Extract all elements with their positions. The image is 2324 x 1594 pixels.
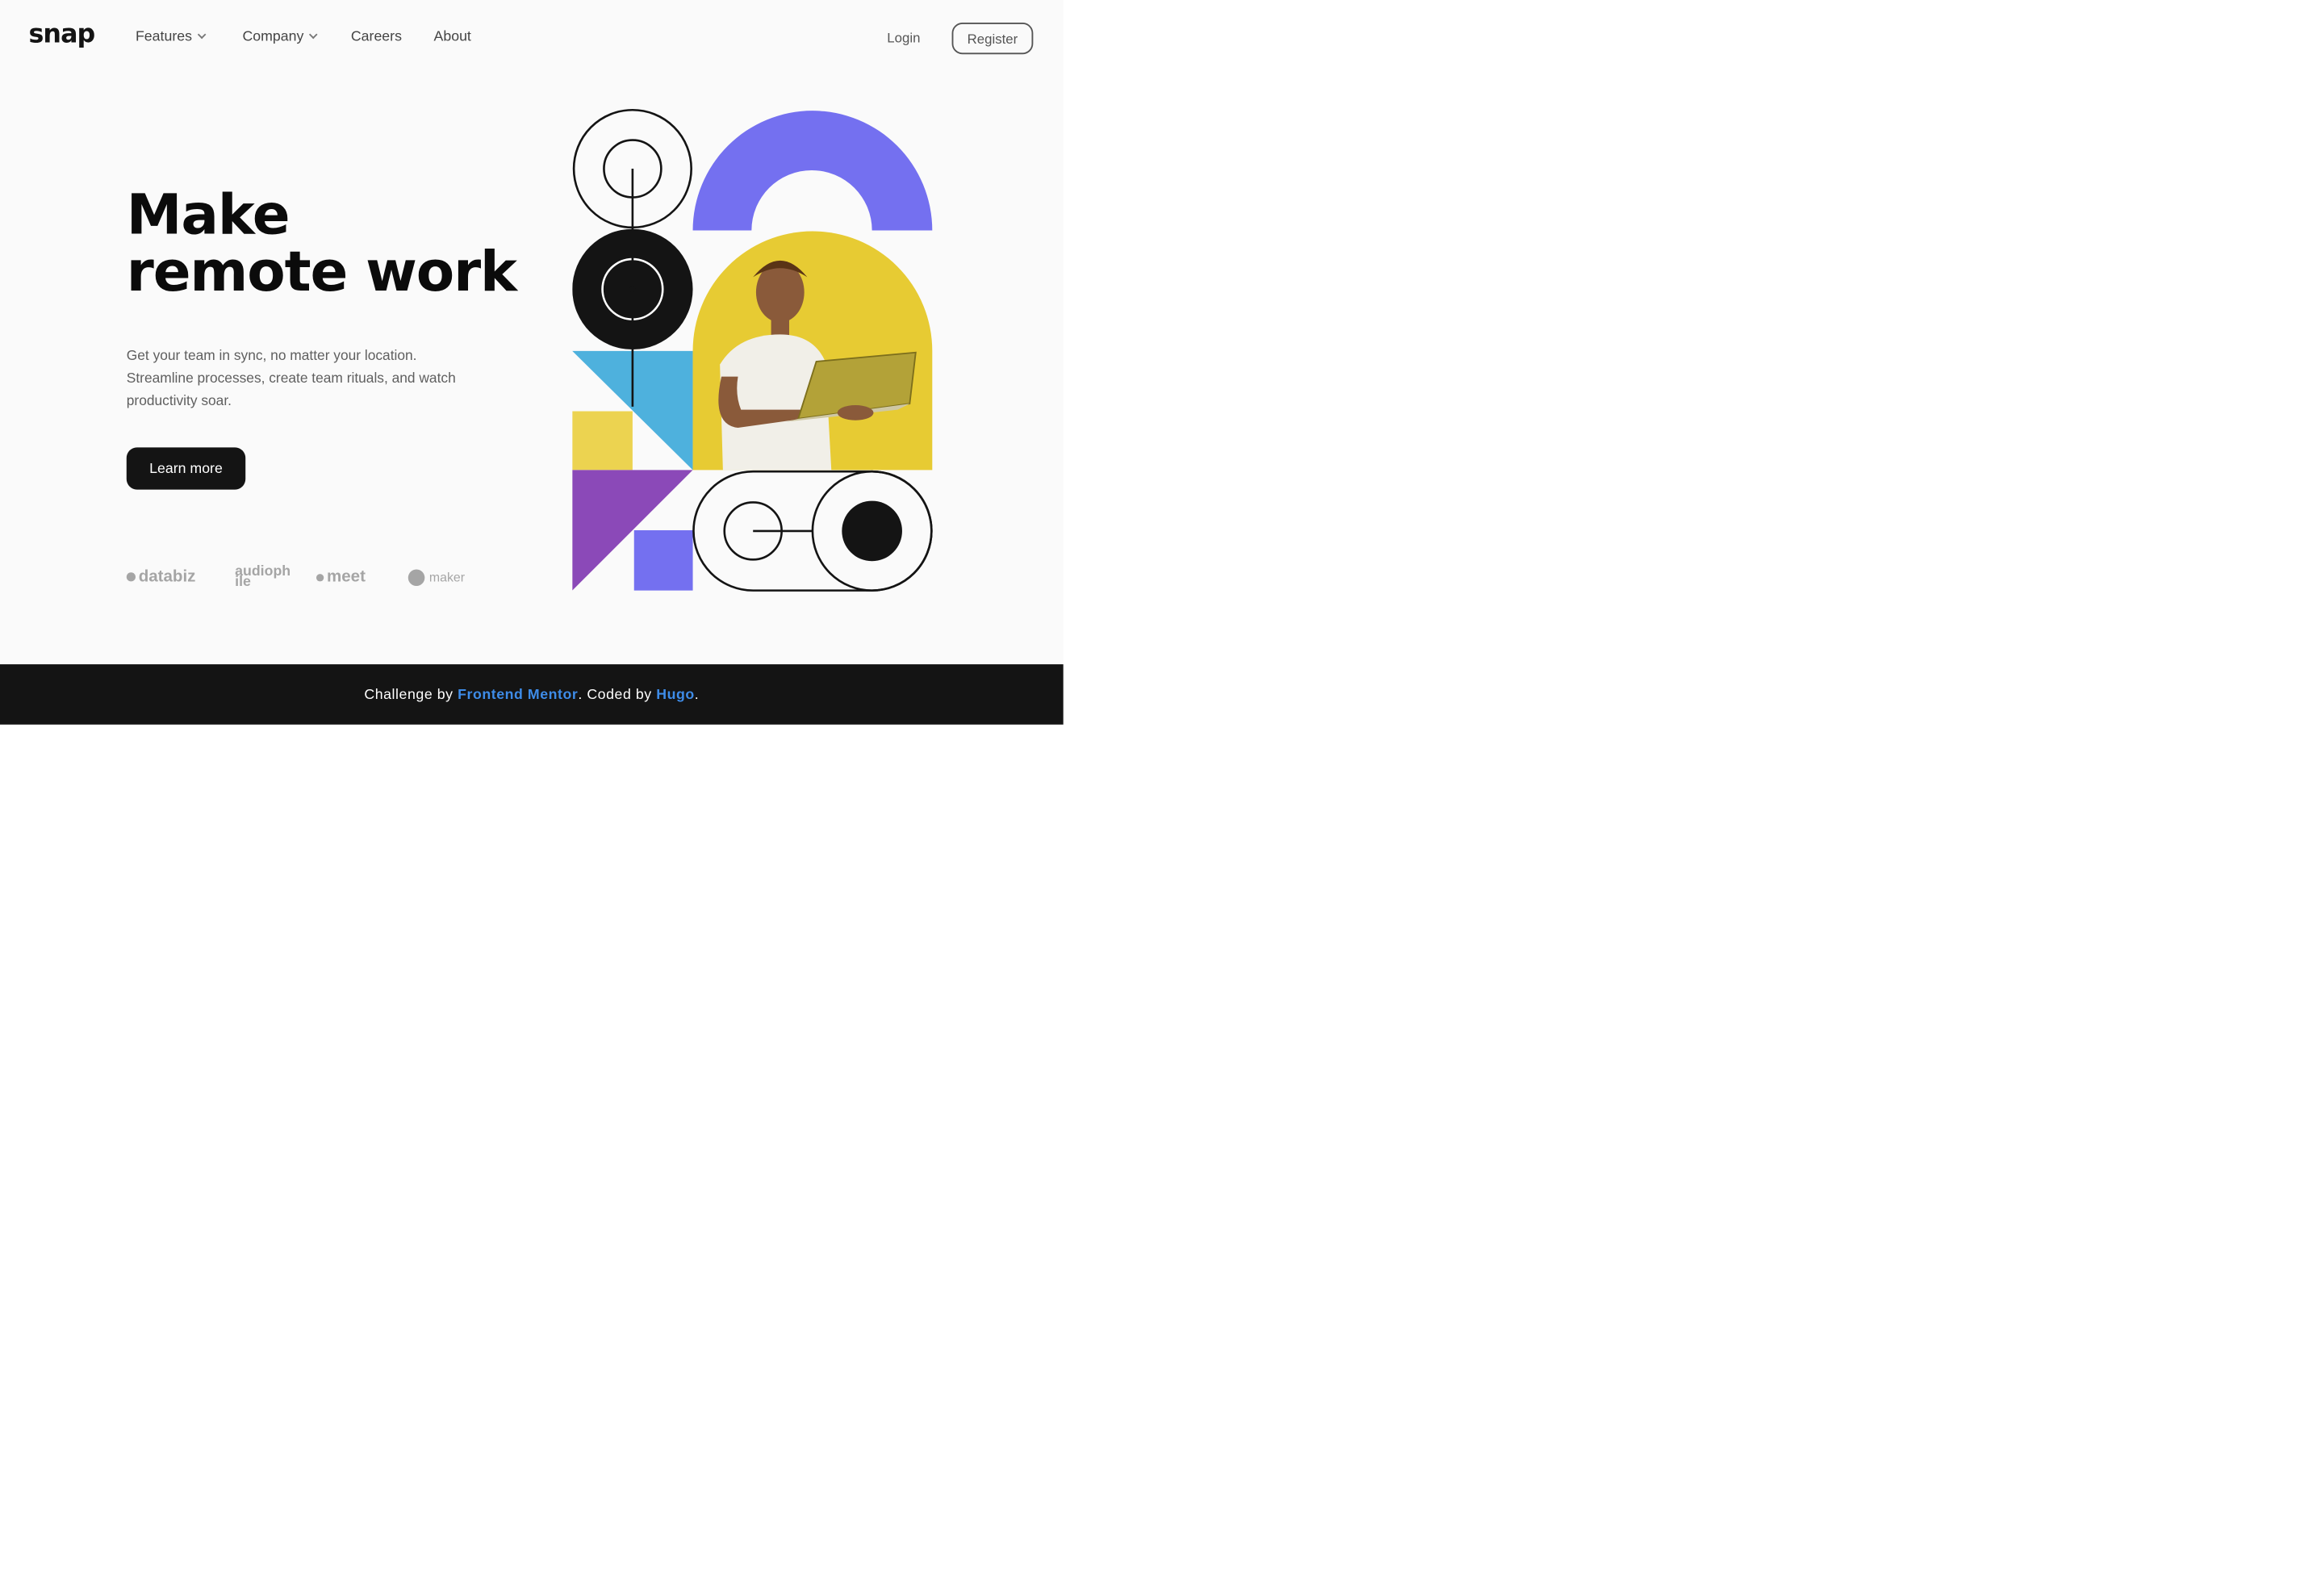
login-link[interactable]: Login: [887, 30, 920, 45]
client-logo-meet: meet: [316, 560, 366, 593]
author-link[interactable]: Hugo: [656, 686, 695, 703]
nav-features-label: Features: [135, 28, 192, 45]
nav-careers[interactable]: Careers: [351, 28, 402, 45]
chevron-down-icon: [196, 30, 206, 40]
hero-description: Get your team in sync, no matter your lo…: [126, 348, 456, 408]
footer-middle: . Coded by: [578, 686, 652, 703]
nav-company-label: Company: [242, 28, 304, 45]
footer-suffix: .: [694, 686, 700, 703]
purple-square-shape: [633, 529, 693, 591]
hero-title: Make remote work: [126, 182, 517, 305]
landing-page: snap Features Company Careers About Logi…: [0, 0, 1064, 725]
logo[interactable]: snap: [28, 19, 95, 49]
toggle-knob-shape: [842, 500, 902, 562]
nav-company[interactable]: Company: [242, 28, 317, 45]
nav-about[interactable]: About: [434, 28, 471, 45]
frontend-mentor-link[interactable]: Frontend Mentor: [458, 686, 578, 703]
learn-more-button[interactable]: Learn more: [126, 447, 246, 490]
chevron-down-icon: [308, 30, 317, 40]
client-logo-maker: maker: [408, 560, 465, 593]
client-logo-audiophile: audiophile: [235, 563, 291, 591]
yellow-square-shape: [572, 411, 633, 471]
hero-illustration: [572, 108, 935, 593]
maker-logo-icon: [408, 568, 425, 586]
footer-prefix: Challenge by: [364, 686, 454, 703]
purple-arch-shape: [692, 111, 933, 231]
footer-attribution: Challenge by Frontend Mentor. Coded by H…: [0, 664, 1064, 725]
register-button[interactable]: Register: [951, 22, 1034, 55]
nav-features[interactable]: Features: [135, 28, 206, 45]
connector-dot: [629, 286, 636, 293]
geometric-illustration: [572, 108, 933, 592]
hero-title-line1: Make: [126, 182, 290, 248]
hero-title-line2: remote work: [126, 239, 517, 305]
client-logo-databiz: databiz: [126, 560, 195, 593]
meet-dots-icon: [316, 573, 324, 581]
databiz-dot-icon: [126, 572, 136, 582]
